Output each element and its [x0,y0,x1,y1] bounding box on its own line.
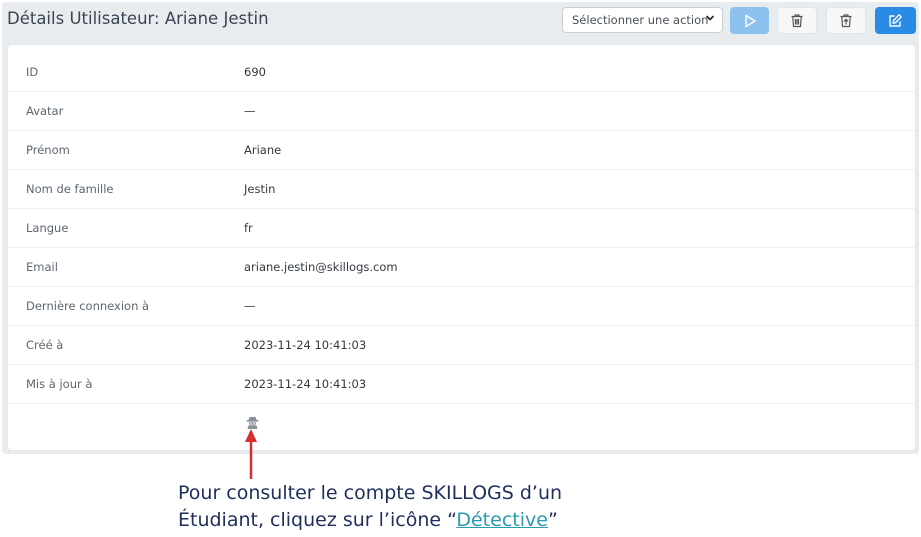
detail-row-first-name: Prénom Ariane [8,131,915,170]
detail-row-avatar: Avatar — [8,92,915,131]
detail-value: — [244,299,256,313]
detail-value: ariane.jestin@skillogs.com [244,260,398,274]
detail-value: 2023-11-24 10:41:03 [244,338,367,352]
detail-row-email: Email ariane.jestin@skillogs.com [8,248,915,287]
detail-row-id: ID 690 [8,53,915,92]
edit-icon [889,14,902,27]
action-select-value: Sélectionner une action [572,13,709,27]
trash-icon [791,14,803,28]
detail-label: Nom de famille [26,182,114,196]
annotation-arrow [245,429,257,479]
detail-row-last-login: Dernière connexion à — [8,287,915,326]
user-details-panel: Détails Utilisateur: Ariane Jestin Sélec… [2,2,919,454]
action-select[interactable]: Sélectionner une action [562,7,723,33]
detail-label: ID [26,65,39,79]
run-action-button[interactable] [730,7,769,34]
delete-button[interactable] [777,7,817,34]
annotation-line-2-prefix: Étudiant, cliquez sur l’icône “ [178,509,457,531]
detail-label: Mis à jour à [26,377,93,391]
detail-value: fr [244,221,253,235]
annotation-line-2: Étudiant, cliquez sur l’icône “Détective… [178,507,562,534]
chevron-down-icon [706,15,714,21]
detective-link[interactable]: Détective [456,509,548,531]
detail-label: Email [26,260,58,274]
detail-row-updated-at: Mis à jour à 2023-11-24 10:41:03 [8,365,915,404]
detail-row-created-at: Créé à 2023-11-24 10:41:03 [8,326,915,365]
delete-restore-button[interactable] [826,7,866,34]
detail-label: Prénom [26,143,70,157]
detail-label: Langue [26,221,69,235]
detail-value: — [244,104,256,118]
detail-label: Créé à [26,338,64,352]
detail-label: Avatar [26,104,64,118]
annotation-line-2-suffix: ” [547,509,558,531]
detail-value: 690 [244,65,266,79]
detail-value: Ariane [244,143,282,157]
annotation-text: Pour consulter le compte SKILLOGS d’un É… [178,480,562,534]
detail-label: Dernière connexion à [26,299,150,313]
edit-button[interactable] [875,7,916,34]
play-icon [744,14,756,27]
detail-row-last-name: Nom de famille Jestin [8,170,915,209]
page-title: Détails Utilisateur: Ariane Jestin [7,9,269,28]
page-header: Détails Utilisateur: Ariane Jestin Sélec… [2,2,919,42]
detail-value: Jestin [244,182,276,196]
details-card: ID 690 Avatar — Prénom Ariane Nom de fam… [7,44,916,451]
detail-row-language: Langue fr [8,209,915,248]
trash-restore-icon [840,14,852,28]
detective-icon[interactable] [246,415,259,429]
detail-value: 2023-11-24 10:41:03 [244,377,367,391]
annotation-line-1: Pour consulter le compte SKILLOGS d’un [178,482,563,504]
